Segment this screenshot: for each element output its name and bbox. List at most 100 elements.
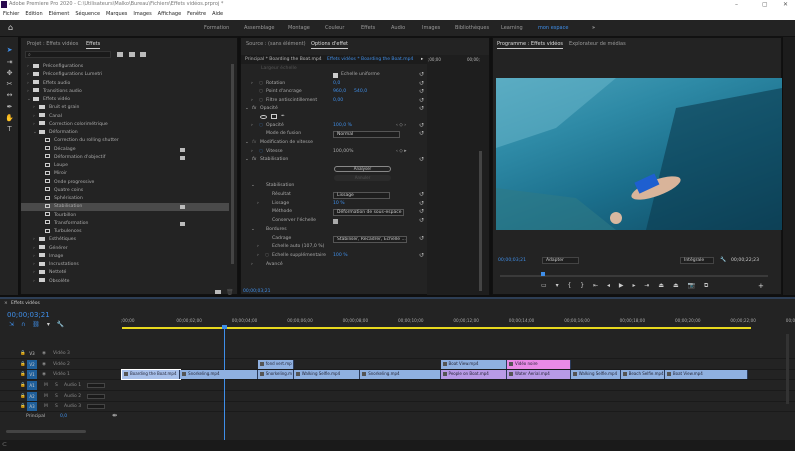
effects-search-input[interactable]: ⌕: [25, 51, 111, 58]
slip-tool-icon[interactable]: ↔: [5, 91, 14, 100]
timeline-clip[interactable]: Water Aerial.mp4: [507, 370, 571, 379]
effects-folder[interactable]: ⌄ Effets vidéo: [21, 96, 229, 104]
effects-folder[interactable]: › Générer: [21, 245, 229, 253]
workspace-audio[interactable]: Audio: [391, 25, 405, 31]
audio-volume-meter[interactable]: [87, 404, 105, 409]
uniform-scale-checkbox[interactable]: [333, 73, 338, 78]
solo-button[interactable]: S: [55, 402, 58, 411]
effects-folder[interactable]: › Bruit et grain: [21, 104, 229, 112]
menu-marques[interactable]: Marques: [106, 11, 127, 17]
home-icon[interactable]: ⌂: [8, 23, 13, 32]
workspace-assemblage[interactable]: Assemblage: [244, 25, 274, 31]
yuv-filter-icon[interactable]: [140, 52, 146, 57]
smoothness-value[interactable]: 10 %: [333, 200, 345, 208]
ellipse-mask-icon[interactable]: [260, 115, 267, 119]
eye-icon[interactable]: ◉: [42, 360, 46, 369]
expand-icon[interactable]: ›: [251, 148, 253, 156]
add-marker-icon[interactable]: ▾: [556, 282, 559, 289]
timeline-clip[interactable]: Snorkeling.m: [257, 370, 294, 379]
reset-icon[interactable]: ↺: [419, 217, 424, 225]
menu-edition[interactable]: Edition: [25, 11, 42, 17]
mute-button[interactable]: M: [44, 392, 48, 401]
add-button-icon[interactable]: +: [758, 282, 764, 290]
timeline-clip[interactable]: Vidéo noire: [507, 359, 571, 369]
preserve-scale-checkbox[interactable]: [333, 219, 338, 224]
effects-folder[interactable]: › Correction colorimétrique: [21, 121, 229, 129]
master-clip-label[interactable]: Principal * Boarding the Boat.mp4: [241, 57, 322, 62]
workspace-montage[interactable]: Montage: [288, 25, 310, 31]
mute-button[interactable]: M: [44, 402, 48, 411]
solo-button[interactable]: S: [55, 392, 58, 401]
tab-media-browser[interactable]: Explorateur de médias: [569, 41, 626, 47]
lock-icon[interactable]: 🔒: [20, 392, 26, 401]
rotation-value[interactable]: 0,0: [333, 80, 340, 88]
go-to-out-icon[interactable]: ⇥: [644, 282, 649, 289]
maximize-button[interactable]: ▢: [762, 0, 768, 9]
32bit-filter-icon[interactable]: [129, 52, 135, 57]
anchor-x-value[interactable]: 960,0: [333, 88, 346, 96]
mute-button[interactable]: M: [44, 381, 48, 390]
cancel-button[interactable]: Annuler: [334, 175, 391, 181]
track-target-button[interactable]: V2: [27, 359, 37, 369]
effect-item[interactable]: Transformation: [21, 220, 229, 228]
expand-icon[interactable]: ›: [251, 80, 253, 88]
lock-icon[interactable]: 🔒: [20, 402, 26, 411]
workspace-images[interactable]: Images: [422, 25, 440, 31]
audio-volume-meter[interactable]: [87, 383, 105, 388]
fx-icon[interactable]: fx: [252, 105, 256, 113]
keyframe-nav-icon[interactable]: ‹ ◇ ▸: [396, 148, 407, 156]
program-playhead[interactable]: [541, 272, 546, 276]
collapse-icon[interactable]: ⌄: [251, 182, 255, 190]
blend-mode-dropdown[interactable]: Normal: [333, 131, 400, 138]
stopwatch-icon[interactable]: ◌: [259, 80, 263, 88]
menu-affichage[interactable]: Affichage: [158, 11, 182, 17]
stopwatch-icon[interactable]: ◌: [259, 88, 263, 96]
reset-icon[interactable]: ↺: [419, 156, 424, 164]
collapse-icon[interactable]: ⌄: [245, 105, 249, 113]
workspace-bibliotheques[interactable]: Bibliothèques: [455, 25, 489, 31]
effects-folder[interactable]: › Image: [21, 253, 229, 261]
tab-effect-options[interactable]: Options d'effet: [311, 41, 348, 49]
work-area-bar[interactable]: [122, 327, 751, 329]
lock-icon[interactable]: 🔒: [20, 370, 26, 379]
track-target-button[interactable]: V3: [27, 349, 37, 358]
keyframe-scrollbar[interactable]: [479, 151, 482, 291]
fit-tracks-icon[interactable]: ⇹: [112, 412, 117, 419]
timeline-vertical-scrollbar[interactable]: [786, 334, 789, 404]
close-button[interactable]: ✕: [783, 0, 788, 9]
collapse-icon[interactable]: ⌄: [245, 156, 249, 164]
pen-tool-icon[interactable]: ✒: [5, 103, 14, 112]
reset-icon[interactable]: ↺: [419, 235, 424, 243]
menu-aide[interactable]: Aide: [212, 11, 223, 17]
track-target-button[interactable]: A1: [27, 381, 37, 390]
stopwatch-icon[interactable]: ◌: [259, 122, 263, 130]
effects-scrollbar[interactable]: [231, 64, 234, 264]
track-target-button[interactable]: A2: [27, 391, 37, 401]
program-scrubber[interactable]: [500, 272, 768, 277]
timeline-clip[interactable]: Snorkeling.mp4: [180, 370, 258, 379]
rectangle-mask-icon[interactable]: [271, 114, 277, 119]
solo-button[interactable]: S: [55, 381, 58, 390]
step-forward-icon[interactable]: ▸: [632, 282, 635, 289]
track-target-button[interactable]: V1: [27, 370, 37, 379]
extra-scale-value[interactable]: 100 %: [333, 252, 348, 260]
reset-icon[interactable]: ↺: [419, 200, 424, 208]
fx-icon[interactable]: fx: [252, 156, 256, 164]
reset-icon[interactable]: ↺: [419, 97, 424, 105]
framing-dropdown[interactable]: Stabiliser, Recadrer, Echelle ...: [333, 236, 407, 243]
audio-volume-meter[interactable]: [87, 393, 105, 399]
play-only-audio-icon[interactable]: ▸: [421, 55, 423, 64]
timeline-clip[interactable]: Walking Selfie.mp4: [293, 370, 361, 379]
reset-icon[interactable]: ↺: [419, 80, 424, 88]
selection-tool-icon[interactable]: ➤: [5, 46, 14, 55]
effect-item[interactable]: Stabilisation: [21, 203, 229, 212]
effects-folder[interactable]: › Obsolète: [21, 278, 229, 286]
expand-icon[interactable]: ›: [251, 97, 253, 105]
timeline-clip[interactable]: Beach Selfie.mp4: [620, 370, 665, 379]
new-bin-icon[interactable]: [215, 290, 221, 294]
reset-icon[interactable]: ↺: [419, 191, 424, 199]
menu-fenetre[interactable]: Fenêtre: [187, 11, 206, 17]
effect-item[interactable]: Décalage: [21, 146, 229, 154]
type-tool-icon[interactable]: T: [5, 125, 14, 134]
effects-folder[interactable]: ⌄ Déformation: [21, 129, 229, 137]
